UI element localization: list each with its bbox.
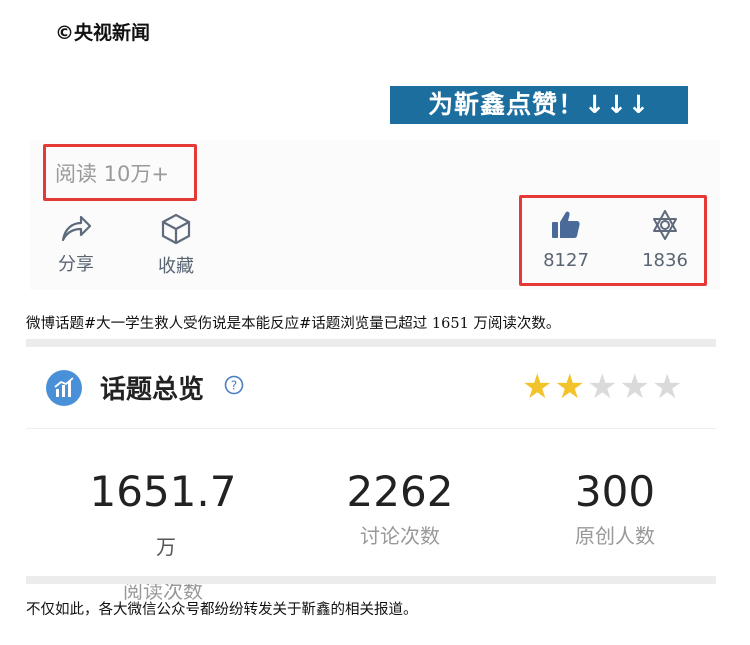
divider-line xyxy=(26,428,716,429)
star-empty-icon: ★ xyxy=(651,367,685,407)
second-count: 1836 xyxy=(642,250,688,271)
watermark: ©央视新闻 xyxy=(55,22,151,44)
paragraph-1: 微博话题#大一学生救人受伤说是本能反应#话题浏览量已超过 1651 万阅读次数。 xyxy=(26,316,561,332)
metric-value: 300 xyxy=(574,467,656,516)
hexagram-icon xyxy=(653,210,677,240)
paragraph-2: 不仅如此，各大微信公众号都纷纷转发关于靳鑫的相关报道。 xyxy=(26,602,418,618)
chart-icon xyxy=(46,370,82,406)
favorite-label: 收藏 xyxy=(158,256,194,277)
metric-unit: 万 xyxy=(156,535,176,559)
divider xyxy=(26,339,716,347)
topic-overview-title: 话题总览 xyxy=(100,375,205,405)
like-button[interactable]: 8127 xyxy=(531,208,601,271)
metric-value: 2262 xyxy=(346,467,454,516)
metric-discussions: 2262 讨论次数 xyxy=(330,468,470,549)
rating-stars: ★★★★★ xyxy=(522,369,684,405)
star-filled-icon: ★ xyxy=(522,367,555,407)
svg-text:?: ? xyxy=(231,379,237,393)
divider xyxy=(26,576,716,584)
star-empty-icon: ★ xyxy=(619,367,652,407)
metric-label: 原创人数 xyxy=(575,524,655,548)
star-count-button[interactable]: 1836 xyxy=(630,208,700,271)
share-label: 分享 xyxy=(58,254,94,275)
metric-original-authors: 300 原创人数 xyxy=(545,468,685,549)
metric-label: 讨论次数 xyxy=(360,524,440,548)
read-count: 阅读 10万+ xyxy=(55,162,169,186)
thumbs-up-icon xyxy=(552,211,580,238)
metric-value: 1651.7万 xyxy=(89,467,237,560)
star-empty-icon: ★ xyxy=(586,367,620,407)
share-button[interactable]: 分享 xyxy=(48,212,104,276)
cube-icon xyxy=(161,213,191,245)
star-filled-icon: ★ xyxy=(554,367,587,407)
help-icon[interactable]: ? xyxy=(224,375,244,399)
like-count: 8127 xyxy=(543,250,589,271)
favorite-button[interactable]: 收藏 xyxy=(148,212,204,278)
share-icon xyxy=(61,215,92,242)
banner: 为靳鑫点赞！↓↓↓ xyxy=(390,86,688,124)
